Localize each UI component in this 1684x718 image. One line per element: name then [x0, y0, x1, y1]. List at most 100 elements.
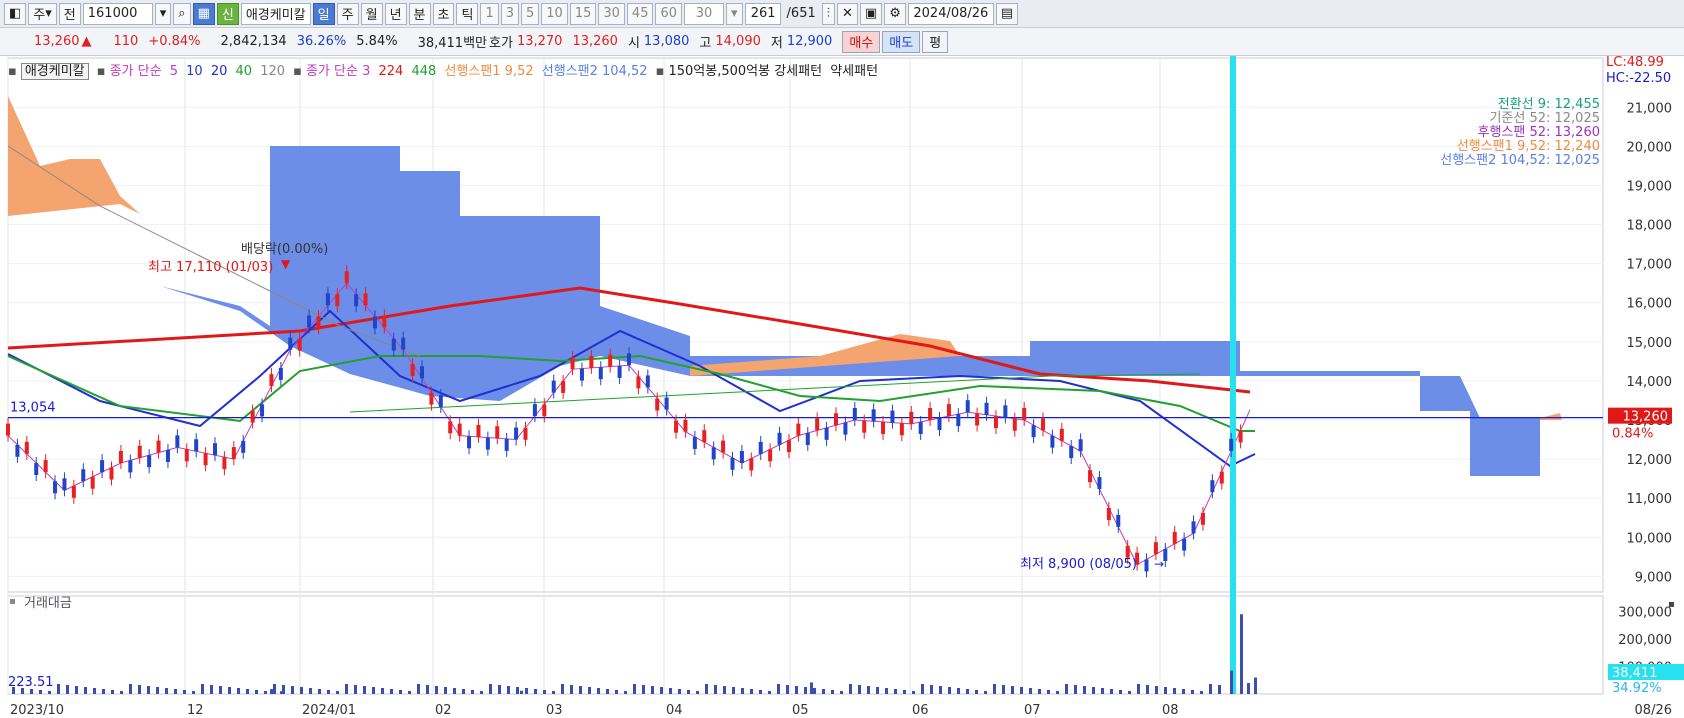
volume-bar-small [102, 689, 105, 694]
volume-bar-small [408, 691, 411, 694]
period-year[interactable]: 년 [384, 2, 407, 25]
x-end-label: 08/26 [1635, 703, 1672, 718]
period-day[interactable]: 일 [312, 2, 335, 25]
volume-bar-small [372, 687, 375, 694]
search-icon[interactable]: ⌕ [173, 2, 191, 25]
interval-5[interactable]: 5 [521, 2, 540, 25]
candle-body [655, 398, 660, 411]
interval-dropdown-icon[interactable]: ▾ [726, 2, 743, 25]
candle-body [1078, 439, 1083, 452]
period-second[interactable]: 초 [432, 2, 455, 25]
legend-ma20: 20 [210, 64, 228, 79]
count-input[interactable]: 261 [744, 2, 781, 25]
open-price: 13,080 [643, 34, 690, 49]
legend-stock-name[interactable]: 애경케미칼 [20, 63, 89, 80]
candle-body [147, 455, 152, 468]
quote-bar: 13,260 ▲ 110 +0.84% 2,842,134 36.26% 5.8… [0, 28, 1684, 56]
date-input[interactable]: 2024/08/26 [907, 2, 994, 25]
layout-icon[interactable]: ◧ [4, 2, 27, 25]
price-tick-label: 19,000 [1627, 179, 1673, 194]
volume-bar-small [156, 687, 159, 694]
candle-body [636, 376, 641, 389]
candle-body [956, 414, 961, 427]
volume-bar-small [471, 690, 474, 694]
interval-1[interactable]: 1 [480, 2, 499, 25]
volume-bar-small [984, 691, 987, 694]
grid-icon[interactable]: ▦ [192, 2, 215, 25]
legend-span1[interactable]: 선행스팬1 9,52 [444, 64, 533, 79]
code-input[interactable]: 161000 [82, 2, 153, 25]
save-icon[interactable]: ▣ [859, 2, 883, 25]
candle-body [579, 368, 584, 381]
candle-body [918, 421, 923, 434]
candle-body [890, 410, 895, 423]
ask-price: 13,270 [516, 34, 563, 49]
price-chart[interactable]: 9,00010,00011,00012,00013,00014,00015,00… [0, 56, 1684, 718]
candle-body [53, 481, 58, 494]
interval-15[interactable]: 15 [569, 2, 597, 25]
market-select[interactable]: 주 ▾ [28, 2, 57, 25]
volume-bar-small [1002, 685, 1005, 694]
buy-button[interactable]: 매수 [842, 30, 881, 53]
volume-bar-small [1074, 685, 1077, 694]
period-tick[interactable]: 틱 [456, 2, 479, 25]
candle-icon[interactable]: ⫶ [821, 2, 835, 25]
volume-bar-small [354, 685, 357, 694]
volume-bar-small [318, 689, 321, 694]
interval-10[interactable]: 10 [541, 2, 568, 25]
low-arrow-icon: → [1154, 557, 1164, 571]
volume-bar-small [651, 686, 654, 694]
candle-body [881, 421, 886, 434]
candle-body [993, 416, 998, 429]
candle-body [975, 413, 980, 426]
candle-body [410, 363, 415, 376]
volume-bar-small [264, 691, 267, 694]
volume-bar-small [1173, 688, 1176, 694]
interval-3[interactable]: 3 [500, 2, 519, 25]
code-dropdown-icon[interactable]: ▾ [154, 2, 172, 25]
legend-pattern[interactable]: 150억봉,500억봉 강세패턴 [668, 64, 822, 79]
interval-30[interactable]: 30 [598, 2, 625, 25]
volume-value: 2,842,134 [220, 34, 287, 49]
legend-ma-label[interactable]: 종가 단순 [110, 64, 162, 79]
sell-button[interactable]: 매도 [882, 30, 921, 53]
new-button[interactable]: 신 [216, 2, 239, 25]
legend-weak-pattern[interactable]: 약세패턴 [830, 64, 878, 79]
legend-ma10: 10 [186, 64, 203, 79]
volume-bar-small [561, 684, 564, 694]
candle-body [100, 460, 105, 473]
interval-60[interactable]: 60 [655, 2, 683, 25]
volume-bar-small [858, 685, 861, 694]
candle-body [278, 367, 283, 380]
candle-body [758, 441, 763, 454]
period-minute[interactable]: 분 [408, 2, 431, 25]
legend-span2[interactable]: 선행스팬2 104,52 [542, 64, 648, 79]
candle-body [457, 423, 462, 436]
current-price-tag-text: 13,260 [1623, 410, 1669, 425]
candle-body [194, 439, 199, 452]
interval-45[interactable]: 45 [626, 2, 654, 25]
crosshair-icon[interactable]: ✕ [837, 2, 858, 25]
volume-bar [1247, 683, 1250, 694]
gear-icon[interactable]: ⚙ [884, 2, 906, 25]
prev-button[interactable]: 전 [58, 2, 81, 25]
calendar-icon[interactable]: ▤ [995, 2, 1019, 25]
volume-bar-small [813, 688, 816, 694]
dividend-label: 배당락(0.00%) [241, 242, 328, 257]
interval-input[interactable]: 30 [684, 2, 725, 25]
legend-ma2-label[interactable]: 종가 단순 3 [306, 64, 370, 79]
volume-bar-small [849, 684, 852, 694]
candle-body [627, 353, 631, 366]
period-week[interactable]: 주 [336, 2, 359, 25]
price-tick-label: 14,000 [1627, 375, 1673, 390]
candle-body [514, 427, 519, 440]
volume-bar-small [750, 689, 753, 694]
x-tick-label: 2024/01 [302, 703, 356, 718]
volume-bar-small [120, 691, 123, 694]
avg-button[interactable]: 평 [922, 30, 949, 53]
candle-body [401, 337, 406, 350]
period-month[interactable]: 월 [360, 2, 383, 25]
volume-bar-small [1029, 688, 1032, 694]
x-tick-label: 06 [912, 703, 929, 718]
volume-bar [810, 682, 813, 694]
